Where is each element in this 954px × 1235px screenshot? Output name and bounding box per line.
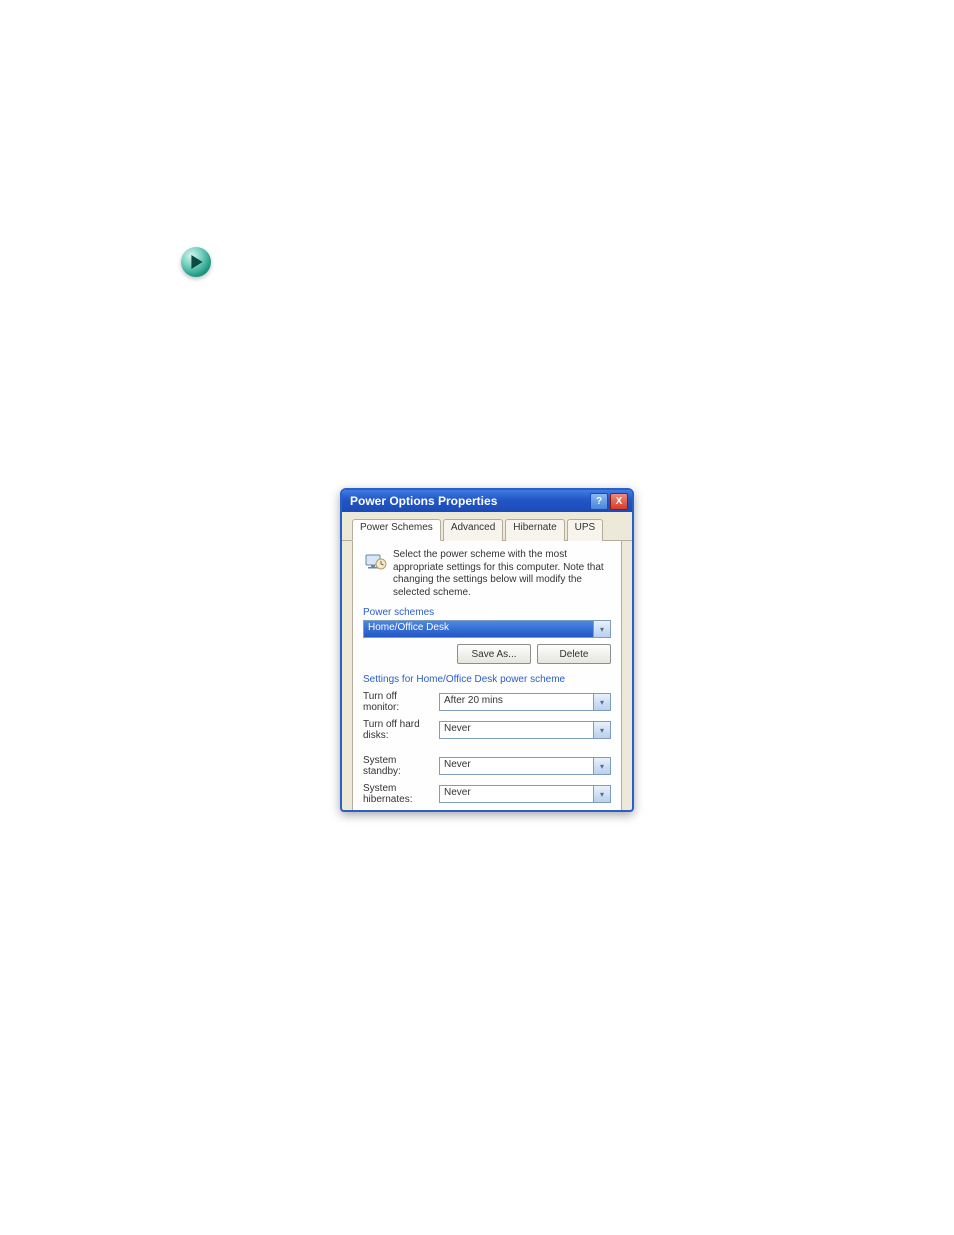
delete-label: Delete [560, 649, 589, 660]
monitor-select[interactable]: After 20 mins ▾ [439, 693, 611, 711]
chevron-down-icon: ▾ [593, 722, 610, 738]
power-scheme-value: Home/Office Desk [368, 622, 449, 633]
hibernate-label: System hibernates: [363, 783, 435, 805]
tab-advanced[interactable]: Advanced [443, 519, 503, 541]
standby-value: Never [444, 759, 471, 770]
harddisks-select[interactable]: Never ▾ [439, 721, 611, 739]
row-standby: System standby: Never ▾ [363, 755, 611, 777]
standby-label: System standby: [363, 755, 435, 777]
power-options-dialog: Power Options Properties ? X Power Schem… [340, 488, 634, 812]
scheme-button-row: Save As... Delete [363, 644, 611, 664]
chevron-down-icon: ▾ [593, 786, 610, 802]
play-icon [181, 247, 211, 277]
tab-label: Hibernate [513, 522, 556, 533]
delete-button[interactable]: Delete [537, 644, 611, 664]
harddisks-value: Never [444, 723, 471, 734]
monitor-label: Turn off monitor: [363, 691, 435, 713]
play-triangle-icon [190, 255, 204, 269]
titlebar[interactable]: Power Options Properties ? X [342, 490, 632, 512]
settings-group-label: Settings for Home/Office Desk power sche… [363, 674, 611, 685]
close-icon: X [616, 496, 623, 507]
chevron-down-icon: ▾ [593, 621, 610, 637]
power-scheme-icon [363, 549, 387, 573]
row-hibernate: System hibernates: Never ▾ [363, 783, 611, 805]
intro-row: Select the power scheme with the most ap… [363, 549, 611, 599]
row-harddisks: Turn off hard disks: Never ▾ [363, 719, 611, 741]
dialog-title: Power Options Properties [350, 494, 588, 508]
hibernate-select[interactable]: Never ▾ [439, 785, 611, 803]
power-schemes-label: Power schemes [363, 607, 611, 618]
tab-label: UPS [575, 522, 596, 533]
row-monitor: Turn off monitor: After 20 mins ▾ [363, 691, 611, 713]
close-button[interactable]: X [610, 493, 628, 510]
help-icon: ? [596, 496, 602, 507]
help-button[interactable]: ? [590, 493, 608, 510]
chevron-down-icon: ▾ [593, 694, 610, 710]
standby-select[interactable]: Never ▾ [439, 757, 611, 775]
chevron-down-icon: ▾ [593, 758, 610, 774]
save-as-label: Save As... [471, 649, 516, 660]
tab-power-schemes[interactable]: Power Schemes [352, 519, 441, 541]
tab-label: Advanced [451, 522, 495, 533]
monitor-value: After 20 mins [444, 695, 503, 706]
tab-panel-power-schemes: Select the power scheme with the most ap… [352, 541, 622, 812]
tabstrip: Power Schemes Advanced Hibernate UPS [342, 512, 632, 541]
tab-label: Power Schemes [360, 522, 433, 533]
save-as-button[interactable]: Save As... [457, 644, 531, 664]
tab-ups[interactable]: UPS [567, 519, 604, 541]
hibernate-value: Never [444, 787, 471, 798]
tab-hibernate[interactable]: Hibernate [505, 519, 564, 541]
harddisks-label: Turn off hard disks: [363, 719, 435, 741]
intro-text: Select the power scheme with the most ap… [393, 549, 611, 599]
power-scheme-select[interactable]: Home/Office Desk ▾ [363, 620, 611, 638]
